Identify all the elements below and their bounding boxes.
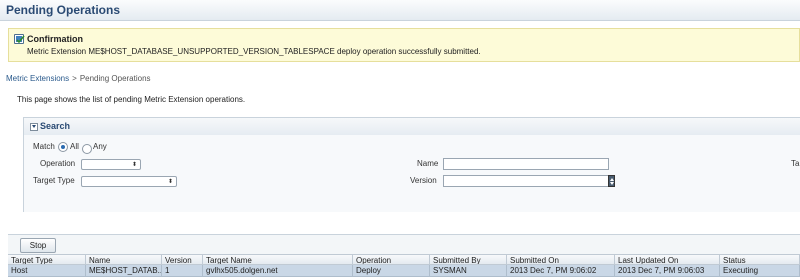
breadcrumb-metric-extensions-link[interactable]: Metric Extensions	[6, 74, 69, 83]
column-header[interactable]: Target Name	[203, 255, 353, 264]
cut-off-label: Ta	[791, 159, 800, 168]
cell-submitted-by: SYSMAN	[430, 265, 507, 276]
search-title: Search	[40, 121, 71, 131]
confirmation-title: Confirmation	[27, 34, 83, 44]
column-header[interactable]: Operation	[353, 255, 430, 264]
match-any-label: Any	[93, 142, 107, 151]
target-type-select[interactable]: ⬍	[81, 176, 177, 187]
column-header[interactable]: Submitted By	[430, 255, 507, 264]
cell-operation: Deploy	[353, 265, 430, 276]
operations-table: Target Type Name Version Target Name Ope…	[8, 254, 800, 280]
confirmation-message: Confirmation Metric Extension ME$HOST_DA…	[8, 28, 800, 62]
match-all-radio[interactable]	[58, 142, 68, 152]
page-description: This page shows the list of pending Metr…	[17, 95, 246, 104]
cell-status: Executing	[720, 265, 800, 276]
table-toolbar: Stop	[8, 234, 800, 254]
column-header[interactable]: Status	[720, 255, 800, 264]
chevron-updown-icon: ⬍	[167, 179, 173, 185]
cell-target-type: Host	[8, 265, 86, 276]
confirmation-text: Metric Extension ME$HOST_DATABASE_UNSUPP…	[27, 47, 481, 56]
table-header: Target Type Name Version Target Name Ope…	[8, 254, 800, 265]
operation-select[interactable]: ⬍	[81, 159, 141, 170]
version-spinner-icon[interactable]	[608, 175, 615, 187]
cell-name: ME$HOST_DATAB...	[86, 265, 162, 276]
operation-label: Operation	[40, 159, 76, 168]
page-title: Pending Operations	[6, 3, 121, 17]
cell-target-name: gvlhx505.dolgen.net	[203, 265, 353, 276]
name-label: Name	[417, 159, 439, 168]
column-header[interactable]: Name	[86, 255, 162, 264]
version-label: Version	[410, 176, 437, 185]
cell-last-updated-on: 2013 Dec 7, PM 9:06:03	[615, 265, 720, 276]
column-header[interactable]: Version	[162, 255, 203, 264]
breadcrumb: Metric Extensions > Pending Operations	[6, 74, 151, 83]
cell-version: 1	[162, 265, 203, 276]
column-header[interactable]: Target Type	[8, 255, 86, 264]
stop-button[interactable]: Stop	[20, 238, 56, 253]
confirmation-icon	[14, 34, 25, 44]
search-panel: Search Match All Any Operation ⬍ Target …	[23, 117, 800, 212]
column-header[interactable]: Last Updated On	[615, 255, 720, 264]
breadcrumb-current: Pending Operations	[79, 74, 151, 83]
page-header: Pending Operations	[0, 0, 800, 21]
breadcrumb-separator: >	[72, 74, 77, 83]
target-type-label: Target Type	[33, 176, 75, 185]
cell-submitted-on: 2013 Dec 7, PM 9:06:02	[507, 265, 615, 276]
search-header[interactable]: Search	[24, 118, 800, 135]
name-input[interactable]	[443, 158, 609, 170]
match-label: Match	[33, 142, 55, 151]
collapse-toggle-icon[interactable]	[30, 123, 38, 131]
version-input[interactable]	[443, 175, 609, 187]
match-all-label: All	[70, 142, 79, 151]
match-any-radio[interactable]	[82, 144, 92, 154]
chevron-updown-icon: ⬍	[131, 162, 137, 168]
table-row[interactable]: Host ME$HOST_DATAB... 1 gvlhx505.dolgen.…	[8, 265, 800, 277]
column-header[interactable]: Submitted On	[507, 255, 615, 264]
